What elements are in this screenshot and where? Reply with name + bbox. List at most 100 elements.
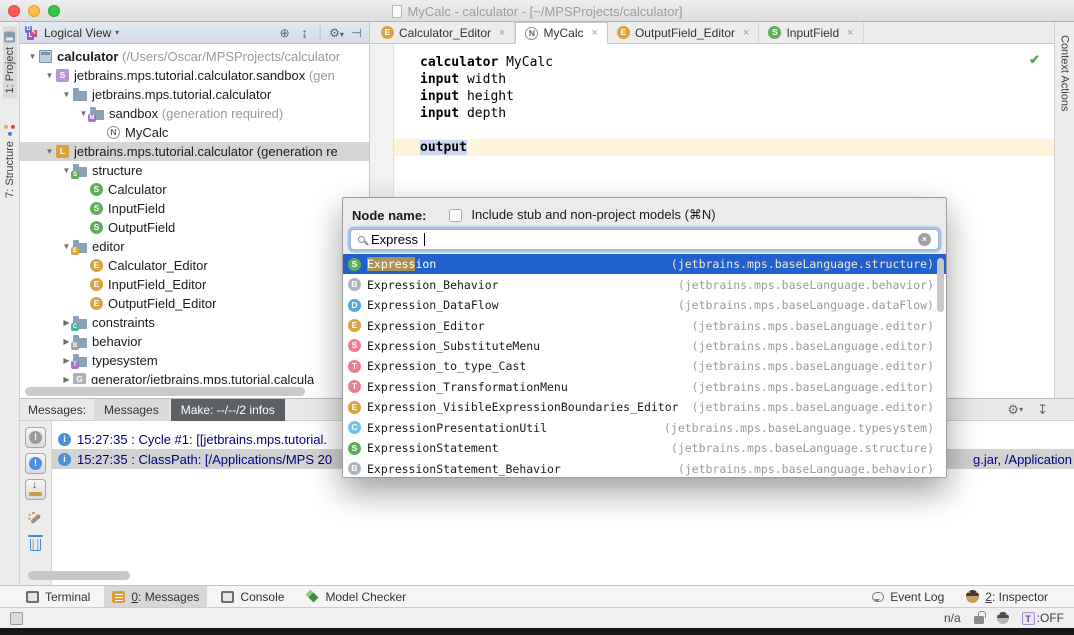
warning-filter-button[interactable]: ! — [25, 427, 46, 448]
tree-item[interactable]: ▼Msandbox (generation required) — [20, 104, 369, 123]
toolwindow-event-log[interactable]: Event Log — [864, 586, 952, 607]
expanded-arrow-icon[interactable]: ▼ — [60, 90, 73, 99]
export-button[interactable] — [25, 479, 46, 500]
include-stub-label: Include stub and non-project models (⌘N) — [471, 207, 715, 223]
stripe-item-project[interactable]: 1: Project — [3, 26, 17, 98]
tree-item[interactable]: ▶Bbehavior — [20, 332, 369, 351]
search-input[interactable]: Express × — [350, 229, 939, 250]
hector-highlighting-icon[interactable] — [997, 612, 1009, 624]
messages-tab[interactable]: Make: --/--/2 infos — [171, 399, 285, 421]
tree-item-label: calculator — [57, 49, 118, 64]
tree-item[interactable]: SOutputField — [20, 218, 369, 237]
popup-list-item[interactable]: DExpression_DataFlow(jetbrains.mps.baseL… — [343, 295, 946, 315]
typesystem-trace-indicator[interactable]: T :OFF — [1022, 611, 1064, 625]
code-line[interactable]: input height — [394, 88, 1054, 105]
minimize-window-button[interactable] — [28, 5, 40, 17]
settings-wrench-icon[interactable] — [27, 511, 44, 526]
popup-scrollbar[interactable] — [937, 256, 945, 475]
popup-list-item[interactable]: CExpressionPresentationUtil(jetbrains.mp… — [343, 418, 946, 438]
messages-tab[interactable]: Messages — [94, 399, 169, 421]
code-line[interactable]: calculator MyCalc — [394, 54, 1054, 71]
include-stub-checkbox[interactable] — [449, 209, 462, 222]
tree-item[interactable]: SCalculator — [20, 180, 369, 199]
tree-item[interactable]: ▼Ljetbrains.mps.tutorial.calculator (gen… — [20, 142, 369, 161]
position-indicator: n/a — [944, 611, 961, 625]
tree-horizontal-scrollbar[interactable] — [25, 387, 364, 396]
tree-item[interactable]: SInputField — [20, 199, 369, 218]
close-tab-icon[interactable]: × — [743, 27, 749, 39]
toolwindow-terminal[interactable]: Terminal — [18, 586, 98, 607]
collapsed-arrow-icon[interactable]: ▶ — [60, 375, 73, 384]
view-selector[interactable]: Logical View ▾ — [44, 26, 119, 40]
tab-outputfield_editor[interactable]: EOutputField_Editor× — [608, 22, 760, 43]
tab-inputfield[interactable]: SInputField× — [759, 22, 863, 43]
stripe-item-structure[interactable]: 7: Structure — [3, 120, 17, 203]
popup-list-item[interactable]: TExpression_to_type_Cast(jetbrains.mps.b… — [343, 356, 946, 376]
toolwindow-model-checker[interactable]: Model Checker — [298, 586, 414, 607]
tree-item[interactable]: ▶Ggenerator/jetbrains.mps.tutorial.calcu… — [20, 370, 369, 384]
info-filter-button[interactable]: ! — [25, 453, 46, 474]
scroll-to-end-icon[interactable]: ↧ — [1037, 402, 1048, 418]
tree-item[interactable]: ▼jetbrains.mps.tutorial.calculator — [20, 85, 369, 104]
circle-s-icon: S — [90, 221, 103, 234]
popup-list-item[interactable]: SExpression_SubstituteMenu(jetbrains.mps… — [343, 336, 946, 356]
expanded-arrow-icon[interactable]: ▼ — [43, 71, 56, 80]
close-tab-icon[interactable]: × — [592, 27, 598, 39]
tree-item[interactable]: NMyCalc — [20, 123, 369, 142]
stripe-item-context-actions[interactable]: Context Actions — [1058, 30, 1072, 116]
popup-list-item[interactable]: EExpression_Editor(jetbrains.mps.baseLan… — [343, 315, 946, 335]
zoom-window-button[interactable] — [48, 5, 60, 17]
gear-icon[interactable]: ⚙▾ — [329, 26, 344, 40]
clear-all-trash-icon[interactable] — [30, 539, 41, 551]
tree-item[interactable]: EInputField_Editor — [20, 275, 369, 294]
messages-horizontal-scrollbar[interactable] — [28, 571, 130, 580]
locate-icon[interactable]: ⊕ — [277, 26, 292, 40]
toolwindow---inspector[interactable]: 2: Inspector — [958, 586, 1056, 607]
hide-panel-icon[interactable]: ⊣ — [349, 26, 364, 40]
tree-item[interactable]: EOutputField_Editor — [20, 294, 369, 313]
tree-item[interactable]: ▶Cconstraints — [20, 313, 369, 332]
scrollbar-thumb[interactable] — [25, 387, 305, 396]
tab-calculator_editor[interactable]: ECalculator_Editor× — [372, 22, 515, 43]
tree-item[interactable]: ▼Sstructure — [20, 161, 369, 180]
toolwindow-console[interactable]: Console — [213, 586, 292, 607]
popup-list-item[interactable]: EExpression_VisibleExpressionBoundaries_… — [343, 397, 946, 417]
mnemonic: 0 — [131, 590, 138, 604]
tree-item-suffix: (generation re — [253, 144, 338, 159]
popup-list-item[interactable]: SExpression(jetbrains.mps.baseLanguage.s… — [343, 254, 946, 274]
clear-search-icon[interactable]: × — [918, 233, 931, 246]
tree-item[interactable]: ▼Eeditor — [20, 237, 369, 256]
unlocked-padlock-icon[interactable] — [974, 616, 984, 624]
code-line[interactable] — [394, 122, 1054, 139]
structure-tool-icon — [4, 125, 15, 136]
warning-icon: ! — [29, 431, 42, 444]
tree-item[interactable]: ▶Ttypesystem — [20, 351, 369, 370]
messages-gear-icon[interactable]: ⚙▾ — [1007, 402, 1023, 418]
toolwindow---messages[interactable]: 0: Messages — [104, 586, 207, 607]
tree-item-label: behavior — [92, 334, 142, 349]
tool-window-toggle-icon[interactable] — [10, 612, 23, 625]
popup-list-item[interactable]: BExpression_Behavior(jetbrains.mps.baseL… — [343, 274, 946, 294]
expanded-arrow-icon[interactable]: ▼ — [26, 52, 39, 61]
tree-item[interactable]: ▼Sjetbrains.mps.tutorial.calculator.sand… — [20, 66, 369, 85]
project-icon — [39, 50, 52, 63]
item-package: (jetbrains.mps.baseLanguage.editor) — [692, 319, 934, 333]
close-window-button[interactable] — [8, 5, 20, 17]
code-line[interactable]: input width — [394, 71, 1054, 88]
popup-list-item[interactable]: TExpression_TransformationMenu(jetbrains… — [343, 377, 946, 397]
msglist-icon — [112, 591, 125, 603]
collapse-all-icon[interactable]: ↨ — [297, 26, 312, 40]
code-line[interactable]: output — [394, 139, 1054, 156]
close-tab-icon[interactable]: × — [847, 27, 853, 39]
code-line[interactable]: input depth — [394, 105, 1054, 122]
close-tab-icon[interactable]: × — [499, 27, 505, 39]
chevron-down-icon: ▾ — [115, 28, 119, 37]
tab-mycalc[interactable]: NMyCalc× — [515, 22, 607, 44]
code-token: MyCalc — [498, 55, 553, 70]
expanded-arrow-icon[interactable]: ▼ — [43, 147, 56, 156]
popup-list-item[interactable]: SExpressionStatement(jetbrains.mps.baseL… — [343, 438, 946, 458]
tree-item[interactable]: ECalculator_Editor — [20, 256, 369, 275]
popup-list-item[interactable]: BExpressionStatement_Behavior(jetbrains.… — [343, 458, 946, 477]
tree-item[interactable]: ▼calculator (/Users/Oscar/MPSProjects/ca… — [20, 47, 369, 66]
popup-scrollbar-thumb[interactable] — [937, 258, 944, 312]
